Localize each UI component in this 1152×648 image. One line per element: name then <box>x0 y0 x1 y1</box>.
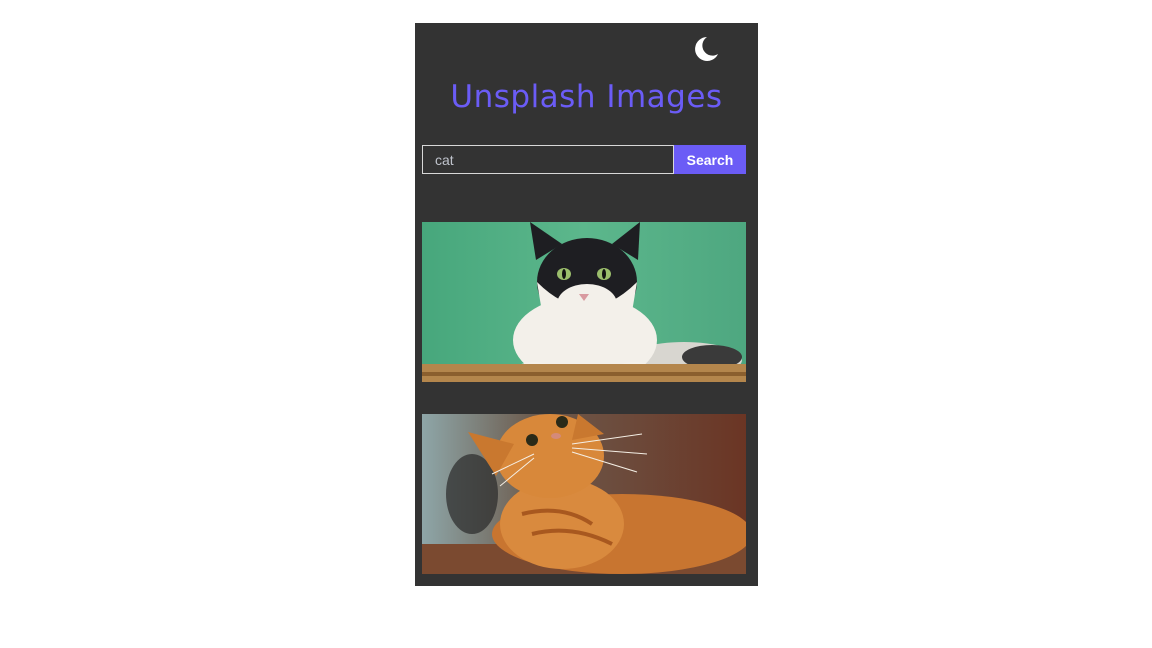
page-title: Unsplash Images <box>450 79 723 115</box>
result-image-2[interactable] <box>422 414 746 574</box>
cat-photo-image <box>422 414 746 574</box>
cat-photo-image <box>422 222 746 382</box>
search-button[interactable]: Search <box>674 145 746 174</box>
app-panel: Unsplash Images Search <box>415 23 758 586</box>
search-input[interactable] <box>422 145 674 174</box>
theme-toggle-button[interactable] <box>692 35 720 63</box>
moon-icon <box>695 37 718 61</box>
search-bar: Search <box>422 145 746 174</box>
result-image-1[interactable] <box>422 222 746 382</box>
